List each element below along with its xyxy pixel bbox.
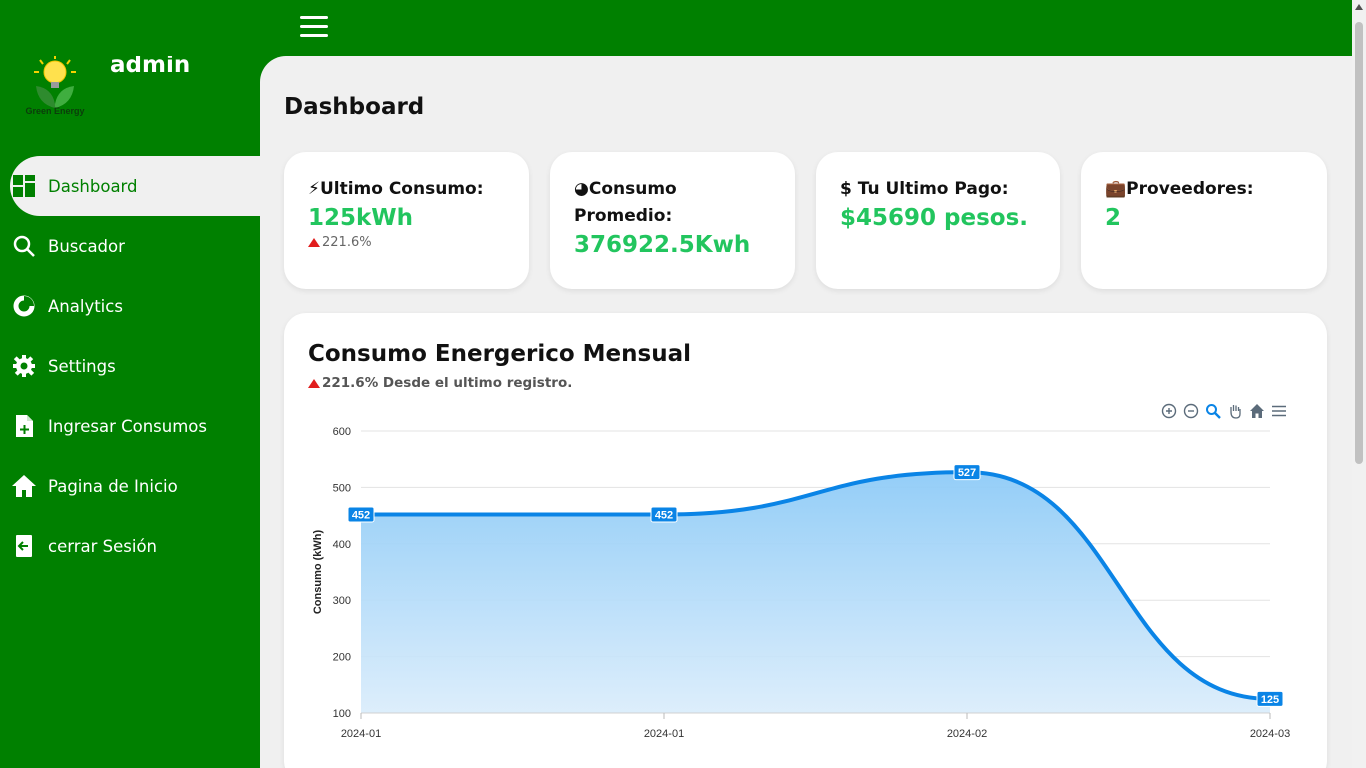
sidebar-item-ingresar-consumos[interactable]: Ingresar Consumos (0, 396, 260, 456)
stat-card-ultimo-consumo: ⚡Ultimo Consumo: 125kWh 221.6% (284, 152, 529, 289)
scrollbar-thumb[interactable] (1355, 22, 1363, 464)
file-add-icon (10, 412, 38, 440)
search-icon (10, 232, 38, 260)
main-content: Dashboard ⚡Ultimo Consumo: 125kWh 221.6%… (260, 56, 1352, 768)
home-icon (10, 472, 38, 500)
data-label: 527 (958, 467, 976, 479)
sidebar-item-pagina-de-inicio[interactable]: Pagina de Inicio (0, 456, 260, 516)
data-label: 125 (1261, 694, 1279, 706)
pie-chart-icon (10, 292, 38, 320)
dashboard-icon (10, 172, 38, 200)
card-value: 2 (1105, 205, 1122, 231)
sidebar-nav: Dashboard Buscador Analytics Settings In… (0, 156, 260, 576)
briefcase-icon: 💼 (1105, 179, 1127, 199)
area-chart: 100 200 300 400 500 600 Consumo (kWh) 2024-01 20… (312, 426, 1290, 740)
series-area (361, 472, 1270, 713)
green-energy-logo[interactable]: Green Energy (18, 52, 92, 118)
sidebar-item-label: Dashboard (48, 176, 138, 196)
sidebar-item-label: Ingresar Consumos (48, 416, 207, 436)
card-label: Proveedores: (1126, 179, 1254, 199)
stat-card-proveedores: 💼Proveedores: 2 (1081, 152, 1327, 289)
card-label: Consumo Promedio: (574, 179, 677, 226)
up-arrow-icon (308, 378, 320, 388)
pan-hand-icon[interactable] (1227, 403, 1243, 419)
y-tick-label: 400 (333, 539, 351, 551)
zoom-in-icon[interactable] (1161, 403, 1177, 419)
scroll-up-arrow-icon[interactable] (1355, 4, 1363, 10)
card-label: Tu Ultimo Pago: (857, 179, 1009, 199)
sidebar-item-dashboard[interactable]: Dashboard (10, 156, 260, 216)
sidebar: Green Energy admin Dashboard Buscador An… (0, 0, 260, 768)
sidebar-item-settings[interactable]: Settings (0, 336, 260, 396)
y-tick-label: 500 (333, 482, 351, 494)
sidebar-item-label: Settings (48, 356, 116, 376)
sidebar-item-label: Buscador (48, 236, 125, 256)
sidebar-item-label: cerrar Sesión (48, 536, 157, 556)
stat-card-ultimo-pago: $ Tu Ultimo Pago: $45690 pesos. (816, 152, 1060, 289)
sidebar-item-cerrar-sesion[interactable]: cerrar Sesión (0, 516, 260, 576)
dollar-icon: $ (840, 179, 858, 199)
x-tick-label: 2024-02 (947, 728, 987, 740)
card-value: 125kWh (308, 205, 414, 231)
sidebar-item-label: Pagina de Inicio (48, 476, 178, 496)
card-delta: 221.6% (322, 235, 372, 250)
up-arrow-icon (308, 238, 320, 247)
x-tick-label: 2024-01 (644, 728, 684, 740)
y-tick-label: 300 (333, 595, 351, 607)
card-label: Ultimo Consumo: (319, 179, 484, 199)
bolt-icon: ⚡ (308, 179, 320, 199)
zoom-out-icon[interactable] (1183, 403, 1199, 419)
chart-subtitle: 221.6% Desde el ultimo registro. (322, 375, 573, 391)
x-tick-label: 2024-03 (1250, 728, 1290, 740)
gear-icon (10, 352, 38, 380)
chart-menu-icon[interactable] (1271, 403, 1287, 419)
data-label: 452 (655, 509, 673, 521)
stat-card-consumo-promedio: ◕Consumo Promedio: 376922.5Kwh (550, 152, 795, 289)
y-tick-label: 100 (333, 708, 351, 720)
y-axis-label: Consumo (kWh) (312, 530, 324, 615)
chart-title: Consumo Energerico Mensual (308, 341, 691, 367)
zoom-select-icon[interactable] (1205, 403, 1221, 419)
y-tick-label: 200 (333, 652, 351, 664)
x-tick-label: 2024-01 (341, 728, 381, 740)
chart-card: Consumo Energerico Mensual 221.6% Desde … (284, 313, 1327, 768)
sidebar-item-analytics[interactable]: Analytics (0, 276, 260, 336)
page-title: Dashboard (284, 94, 425, 120)
data-label: 452 (352, 509, 370, 521)
card-value: $45690 pesos. (840, 205, 1029, 231)
y-tick-label: 600 (333, 426, 351, 438)
reset-home-icon[interactable] (1249, 403, 1265, 419)
scrollbar[interactable] (1352, 0, 1366, 768)
logo-text: Green Energy (25, 106, 84, 116)
card-value: 376922.5Kwh (574, 232, 751, 258)
top-bar (0, 0, 1352, 56)
logout-icon (10, 532, 38, 560)
pie-icon: ◕ (574, 179, 589, 199)
sidebar-item-buscador[interactable]: Buscador (0, 216, 260, 276)
sidebar-item-label: Analytics (48, 296, 123, 316)
chart-toolbar (1161, 403, 1287, 419)
hamburger-icon[interactable] (300, 16, 328, 38)
